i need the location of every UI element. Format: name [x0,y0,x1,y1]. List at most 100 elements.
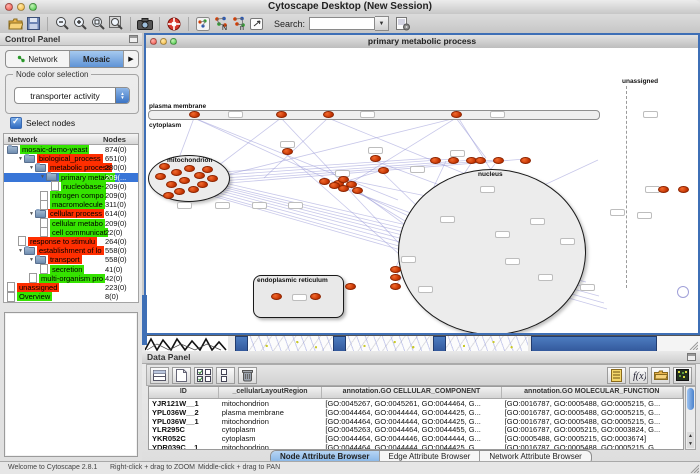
table-cell[interactable]: [GO:0016787, GO:0005215, GO:0003824, G..… [502,425,683,434]
column-header[interactable]: annotation.GO CELLULAR_COMPONENT [322,387,501,398]
tree-row[interactable]: ▼transport558(0) [4,255,138,264]
network-view-frame[interactable]: primary metabolic process plasma membran… [144,33,700,335]
tree-row[interactable]: ▼cellular process614(0) [4,209,138,218]
tree-row[interactable]: secretion41(0) [4,264,138,273]
table-cell[interactable]: cytoplasm [219,425,323,434]
graph-node[interactable] [390,266,401,273]
table-cell[interactable]: [GO:0044464, GO:0044444, GO:0044425, G..… [322,417,501,426]
tree-row[interactable]: macromolecule311(0) [4,200,138,209]
table-cell[interactable]: mitochondrion [219,417,323,426]
table-row[interactable]: YKR052Ccytoplasm[GO:0044464, GO:0044446,… [149,434,683,443]
zoom-selected-icon[interactable] [89,15,107,32]
graph-node[interactable] [520,157,531,164]
network-frame-titlebar[interactable]: primary metabolic process [146,35,698,49]
graph-node[interactable] [163,192,174,199]
expand-arrow-icon[interactable]: ▼ [29,257,34,263]
graph-node[interactable] [448,157,459,164]
column-header[interactable]: ID [149,387,219,398]
table-cell[interactable]: [GO:0016787, GO:0005488, GO:0005215, G..… [502,399,683,408]
network-overview-icon[interactable] [194,15,212,32]
expand-arrow-icon[interactable]: ▼ [29,165,34,171]
attribute-browser-settings-icon[interactable] [394,15,412,32]
graph-node[interactable] [271,293,282,300]
table-cell[interactable]: YJR121W__1 [149,399,219,408]
graph-node[interactable] [166,181,177,188]
column-header[interactable]: _cellularLayoutRegion [219,387,323,398]
formula-fx-icon[interactable]: f(x) [629,367,648,384]
graph-node[interactable] [276,111,287,118]
graph-node[interactable] [475,157,486,164]
graph-node[interactable] [323,111,334,118]
graph-node[interactable] [194,172,205,179]
tab-mosaic[interactable]: Mosaic [70,51,124,67]
unselect-attributes-icon[interactable] [216,367,235,384]
graph-node[interactable] [189,111,200,118]
graph-node[interactable] [345,283,356,290]
table-cell[interactable]: YLR295C [149,425,219,434]
graph-node[interactable] [197,181,208,188]
network-view-b-icon[interactable]: n [230,15,248,32]
tree-row[interactable]: unassigned223(0) [4,283,138,292]
graph-node[interactable] [202,166,213,173]
tree-row[interactable]: cellular metabo209(0) [4,219,138,228]
table-cell[interactable]: [GO:0045267, GO:0045261, GO:0044464, G..… [322,399,501,408]
graph-node[interactable] [179,177,190,184]
new-attribute-icon[interactable] [172,367,191,384]
node-color-dropdown[interactable]: transporter activity ▲▼ [14,87,130,104]
table-cell[interactable]: YPL036W__2 [149,408,219,417]
tab-overflow-arrow[interactable]: ▶ [124,51,138,67]
tree-row[interactable]: nitrogen compo209(0) [4,191,138,200]
expand-arrow-icon[interactable]: ▼ [18,248,23,254]
column-header[interactable]: annotation.GO MOLECULAR_FUNCTION [502,387,683,398]
graph-node[interactable] [678,186,689,193]
table-row[interactable]: YLR295Ccytoplasm[GO:0045263, GO:0044464,… [149,425,683,434]
search-dropdown-arrow[interactable]: ▼ [375,16,389,31]
graph-node[interactable] [207,175,218,182]
float-panel-icon[interactable] [687,353,696,361]
table-cell[interactable]: [GO:0016787, GO:0005488, GO:0005215, G..… [502,417,683,426]
zoom-in-icon[interactable] [71,15,89,32]
scrollbar-arrows[interactable]: ▲▼ [687,432,694,448]
graph-node[interactable] [174,188,185,195]
attribute-list-icon[interactable] [607,367,626,384]
tree-row[interactable]: ▼establishment of lo558(0) [4,246,138,255]
table-cell[interactable]: [GO:0044464, GO:0044444, GO:0044425, G..… [322,443,501,450]
table-cell[interactable]: plasma membrane [219,408,323,417]
graph-node[interactable] [378,167,389,174]
graph-node[interactable] [493,157,504,164]
table-row[interactable]: YPL036W__2plasma membrane[GO:0044464, GO… [149,408,683,417]
table-cell[interactable]: YPL036W__1 [149,417,219,426]
expand-arrow-icon[interactable]: ▼ [40,174,45,180]
graph-node[interactable] [430,157,441,164]
table-cell[interactable]: [GO:0044464, GO:0044444, GO:0044425, G..… [322,408,501,417]
graph-node[interactable] [352,187,363,194]
tree-row[interactable]: nucleobase-209(0) [4,182,138,191]
table-cell[interactable]: mitochondrion [219,443,323,450]
tree-row[interactable]: mosaic-demo-yeast874(0) [4,145,138,154]
zoom-fit-icon[interactable] [107,15,125,32]
table-cell[interactable]: YKR052C [149,434,219,443]
tree-row[interactable]: Overview8(0) [4,292,138,301]
graph-node[interactable] [282,148,293,155]
delete-attribute-icon[interactable] [238,367,257,384]
import-folder-icon[interactable] [651,367,670,384]
table-cell[interactable]: [GO:0016787, GO:0005488, GO:0005215, G..… [502,443,683,450]
graph-node[interactable] [155,173,166,180]
table-cell[interactable]: [GO:0045263, GO:0044464, GO:0044455, G..… [322,425,501,434]
help-ring-icon[interactable] [165,15,183,32]
table-cell[interactable]: cytoplasm [219,434,323,443]
tree-row[interactable]: ▼primary metabo209(... [4,173,138,182]
table-cell[interactable]: YDR039C__1 [149,443,219,450]
graph-node[interactable] [370,155,381,162]
graph-node[interactable] [184,165,195,172]
resize-grip-icon[interactable] [689,463,699,473]
table-row[interactable]: YPL036W__1mitochondrion[GO:0044464, GO:0… [149,417,683,426]
graph-node[interactable] [451,111,462,118]
network-canvas[interactable]: plasma membranecytoplasmmitochondrionnuc… [146,48,698,333]
graph-node[interactable] [171,169,182,176]
graph-node[interactable] [390,283,401,290]
tree-row[interactable]: multi-organism pro42(0) [4,274,138,283]
select-attributes-icon[interactable] [194,367,213,384]
open-icon[interactable] [6,15,24,32]
graph-node[interactable] [310,293,321,300]
